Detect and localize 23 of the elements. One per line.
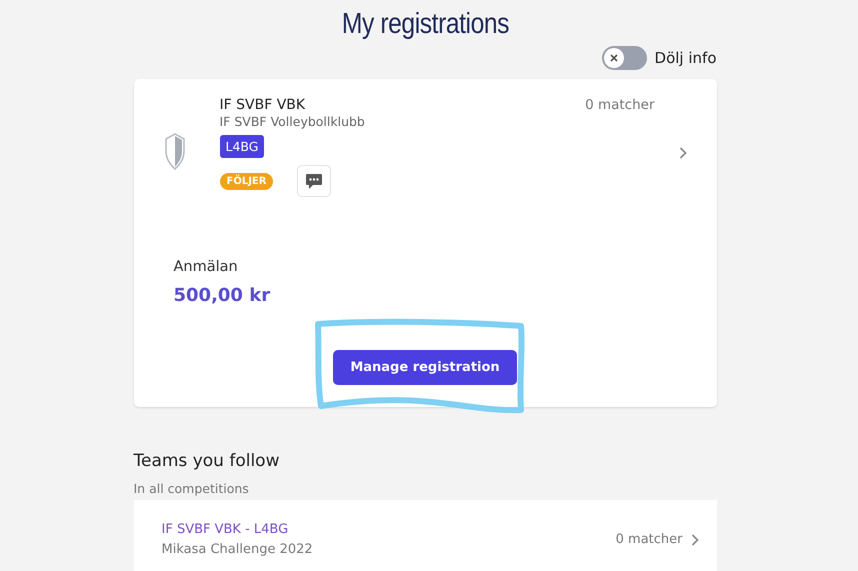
chat-button[interactable] — [297, 165, 332, 197]
chevron-right-icon — [678, 147, 686, 159]
class-tag: L4BG — [220, 135, 264, 158]
info-toggle[interactable] — [602, 46, 647, 70]
follow-badge: FÖLJER — [220, 172, 274, 190]
fee-label: Anmälan — [174, 259, 239, 275]
match-count: 0 matcher — [585, 97, 654, 113]
page-title: My registrations — [340, 8, 510, 41]
section-heading: Teams you follow — [134, 451, 280, 471]
section-subtitle: In all competitions — [134, 481, 250, 496]
speech-bubble-icon — [305, 172, 324, 190]
match-count: 0 matcher — [616, 532, 682, 547]
close-icon — [610, 54, 618, 62]
team-title: IF SVBF VBK - L4BG — [162, 522, 290, 537]
chevron-right-icon — [690, 534, 698, 546]
club-name: IF SVBF Volleybollklubb — [220, 114, 365, 129]
fee-amount: 500,00 kr — [174, 285, 272, 306]
toggle-label: Dölj info — [654, 49, 716, 67]
team-name: IF SVBF VBK — [220, 97, 306, 113]
manage-registration-button[interactable]: Manage registration — [333, 350, 517, 385]
shield-icon — [164, 131, 186, 173]
followed-team-item[interactable]: IF SVBF VBK - L4BG Mikasa Challenge 2022 0 matcher — [134, 500, 716, 571]
competition-name: Mikasa Challenge 2022 — [162, 542, 314, 557]
